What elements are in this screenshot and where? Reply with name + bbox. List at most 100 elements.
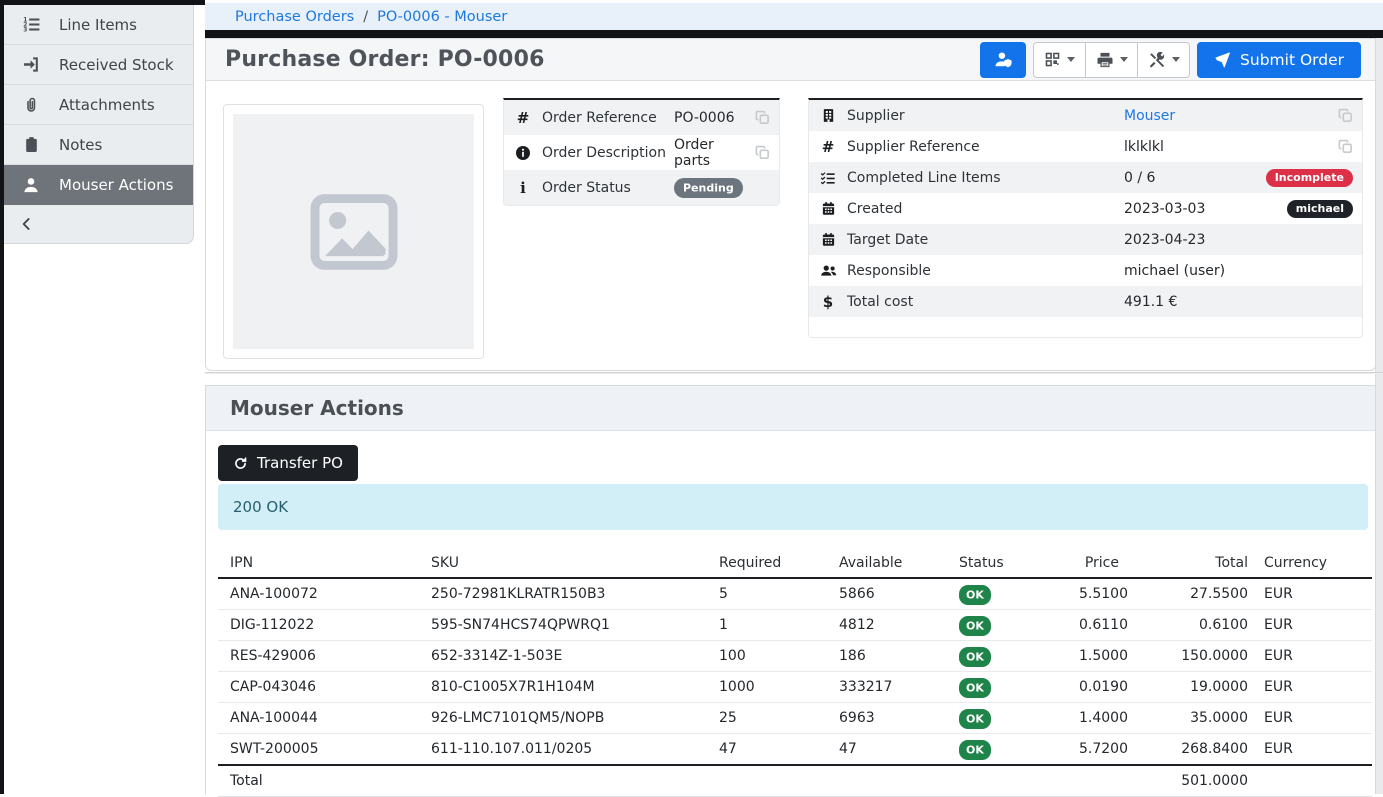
column-header-total[interactable]: Total xyxy=(1131,549,1260,578)
detail-row-supplier: Supplier Mouser xyxy=(809,100,1362,131)
cell-sku: 652-3314Z-1-503E xyxy=(419,641,707,672)
sidebar-item-received-stock[interactable]: Received Stock xyxy=(4,45,193,85)
copy-icon[interactable] xyxy=(1332,108,1358,123)
status-badge: Pending xyxy=(674,178,743,198)
detail-row-empty xyxy=(809,317,1362,337)
column-header-ipn[interactable]: IPN xyxy=(218,549,419,578)
column-header-status[interactable]: Status xyxy=(947,549,1067,578)
cell-price: 1.4000 xyxy=(1067,703,1131,734)
table-row: RES-429006652-3314Z-1-503E100186OK1.5000… xyxy=(218,641,1372,672)
barcode-button[interactable] xyxy=(1033,42,1086,78)
cell-ipn: RES-429006 xyxy=(218,641,419,672)
ok-badge: OK xyxy=(959,616,991,636)
hashtag-icon: # xyxy=(809,138,847,156)
cell-price: 5.7200 xyxy=(1067,734,1131,766)
mouser-actions-panel: Mouser Actions Transfer PO 200 OK IPNSKU… xyxy=(205,385,1376,794)
table-row: ANA-100072250-72981KLRATR150B355866OK5.5… xyxy=(218,578,1372,610)
column-header-price[interactable]: Price xyxy=(1067,549,1131,578)
breadcrumb: Purchase Orders / PO-0006 - Mouser xyxy=(205,3,1383,30)
print-button[interactable] xyxy=(1085,42,1138,78)
admin-button[interactable] xyxy=(980,42,1026,78)
cell-currency: EUR xyxy=(1260,734,1372,766)
detail-value: Order parts xyxy=(674,137,749,169)
cell-available: 333217 xyxy=(827,672,947,703)
cell-currency: EUR xyxy=(1260,672,1372,703)
cell-status: OK xyxy=(947,610,1067,641)
table-row: DIG-112022595-SN74HCS74QPWRQ114812OK0.61… xyxy=(218,610,1372,641)
users-icon xyxy=(809,262,847,279)
total-currency-cell xyxy=(1260,765,1372,797)
column-header-required[interactable]: Required xyxy=(707,549,827,578)
clipboard-icon xyxy=(19,136,43,153)
mouser-results-table: IPNSKURequiredAvailableStatusPriceTotalC… xyxy=(218,549,1372,797)
breadcrumb-link-purchase-orders[interactable]: Purchase Orders xyxy=(235,9,354,25)
panel-divider xyxy=(205,372,1383,373)
table-row: SWT-200005611-110.107.011/02054747OK5.72… xyxy=(218,734,1372,766)
column-header-sku[interactable]: SKU xyxy=(419,549,707,578)
mouser-actions-header: Mouser Actions xyxy=(206,386,1375,431)
cell-currency: EUR xyxy=(1260,578,1372,610)
detail-label: Supplier Reference xyxy=(847,139,1124,155)
detail-label: Responsible xyxy=(847,263,1124,279)
ok-badge: OK xyxy=(959,740,991,760)
cell-total: 35.0000 xyxy=(1131,703,1260,734)
detail-value: 2023-04-23 xyxy=(1124,232,1362,248)
cell-status: OK xyxy=(947,734,1067,766)
mouser-table-head-row: IPNSKURequiredAvailableStatusPriceTotalC… xyxy=(218,549,1372,578)
detail-value: 2023-03-03 xyxy=(1124,201,1287,217)
detail-value: michael (user) xyxy=(1124,263,1362,279)
copy-icon[interactable] xyxy=(749,145,775,160)
cell-sku: 810-C1005X7R1H104M xyxy=(419,672,707,703)
order-image-card[interactable] xyxy=(223,104,484,359)
sidebar-item-label: Received Stock xyxy=(59,56,174,74)
sidebar-item-mouser-actions[interactable]: Mouser Actions xyxy=(4,165,193,205)
table-row: CAP-043046810-C1005X7R1H104M1000333217OK… xyxy=(218,672,1372,703)
detail-row-completed-line-items: Completed Line Items 0 / 6 Incomplete xyxy=(809,162,1362,193)
cell-ipn: ANA-100044 xyxy=(218,703,419,734)
paperclip-icon xyxy=(19,96,43,114)
detail-label: Total cost xyxy=(847,294,1124,310)
copy-icon[interactable] xyxy=(1332,139,1358,154)
sidebar-item-notes[interactable]: Notes xyxy=(4,125,193,165)
cell-currency: EUR xyxy=(1260,610,1372,641)
copy-icon[interactable] xyxy=(749,110,775,125)
detail-row-target-date: Target Date 2023-04-23 xyxy=(809,224,1362,255)
column-header-currency[interactable]: Currency xyxy=(1260,549,1372,578)
transfer-po-button[interactable]: Transfer PO xyxy=(218,445,358,481)
sidebar-collapse-button[interactable] xyxy=(4,205,193,243)
options-button[interactable] xyxy=(1137,42,1190,78)
detail-row-order-reference: # Order Reference PO-0006 xyxy=(504,100,779,135)
user-shield-icon xyxy=(994,50,1013,69)
image-placeholder-icon xyxy=(233,114,474,349)
submit-order-label: Submit Order xyxy=(1240,51,1344,69)
transfer-po-label: Transfer PO xyxy=(257,454,343,472)
chevron-left-icon xyxy=(19,216,35,232)
cell-available: 5866 xyxy=(827,578,947,610)
cell-required: 25 xyxy=(707,703,827,734)
cell-available: 4812 xyxy=(827,610,947,641)
order-details-header: Purchase Order: PO-0006 xyxy=(206,39,1375,81)
column-header-available[interactable]: Available xyxy=(827,549,947,578)
order-details-body: # Order Reference PO-0006 Order Descript… xyxy=(206,81,1375,370)
total-value: 501.0000 xyxy=(1131,765,1260,797)
breadcrumb-separator: / xyxy=(363,9,368,25)
cell-currency: EUR xyxy=(1260,641,1372,672)
vertical-scrollbar[interactable] xyxy=(1375,38,1383,794)
detail-label: Created xyxy=(847,201,1124,217)
total-label: Total xyxy=(218,765,1131,797)
detail-label: Supplier xyxy=(847,108,1124,124)
sidebar-item-attachments[interactable]: Attachments xyxy=(4,85,193,125)
supplier-link[interactable]: Mouser xyxy=(1124,108,1332,124)
sidebar-item-line-items[interactable]: 123 Line Items xyxy=(4,5,193,45)
breadcrumb-link-current[interactable]: PO-0006 - Mouser xyxy=(377,9,507,25)
ok-badge: OK xyxy=(959,678,991,698)
svg-text:3: 3 xyxy=(23,27,27,34)
detail-row-order-description: Order Description Order parts xyxy=(504,135,779,170)
sign-in-icon xyxy=(19,55,43,74)
cell-status: OK xyxy=(947,703,1067,734)
calendar-icon xyxy=(809,232,847,247)
submit-order-button[interactable]: Submit Order xyxy=(1197,42,1361,78)
cell-total: 268.8400 xyxy=(1131,734,1260,766)
cell-total: 19.0000 xyxy=(1131,672,1260,703)
rotate-icon xyxy=(233,456,248,471)
